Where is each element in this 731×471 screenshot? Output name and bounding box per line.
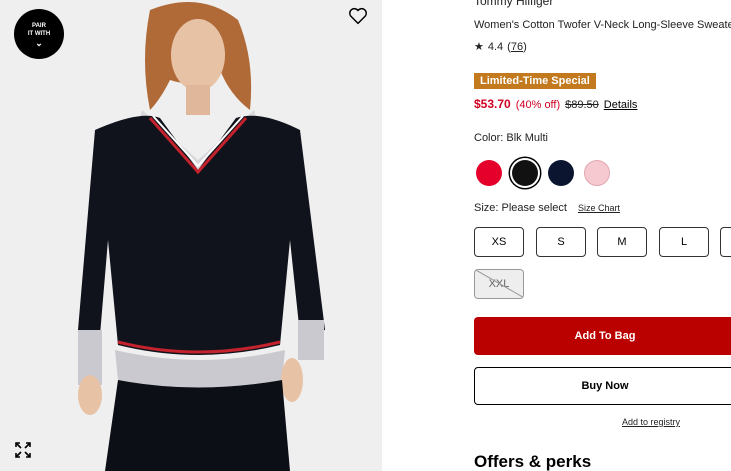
size-xl-button[interactable]: XL — [720, 227, 731, 257]
size-l-button[interactable]: L — [659, 227, 709, 257]
size-chart-link[interactable]: Size Chart — [578, 203, 620, 213]
buy-now-button[interactable]: Buy Now — [474, 367, 731, 405]
chevron-down-icon: ⌄ — [35, 37, 43, 48]
review-count-open: (76) — [507, 40, 527, 53]
product-photo — [0, 0, 382, 471]
size-xxl-label: XXL — [488, 278, 510, 290]
add-to-bag-button[interactable]: Add To Bag — [474, 317, 731, 355]
product-title: Women's Cotton Twofer V-Neck Long-Sleeve… — [474, 19, 731, 31]
size-row: Size: Please select Size Chart — [474, 202, 620, 214]
size-xs-button[interactable]: XS — [474, 227, 524, 257]
size-label: Size: Please select — [474, 202, 567, 214]
sale-price: $53.70 — [474, 97, 511, 111]
swatch-red[interactable] — [476, 160, 502, 186]
original-price: $89.50 — [565, 99, 599, 111]
add-to-registry-link[interactable]: Add to registry — [622, 417, 680, 427]
discount-percent: (40% off) — [515, 99, 561, 111]
review-count[interactable]: 76 — [511, 41, 523, 53]
swatch-pink[interactable] — [584, 160, 610, 186]
size-s-button[interactable]: S — [536, 227, 586, 257]
promo-badge: Limited-Time Special — [474, 73, 596, 89]
size-xxl-button[interactable]: XXL — [474, 269, 524, 299]
rating-value: 4.4 — [487, 40, 504, 53]
swatch-black[interactable] — [512, 160, 538, 186]
price-row: $53.70 (40% off) $89.50 Details — [474, 97, 637, 111]
product-brand[interactable]: Tommy Hilfiger — [474, 0, 553, 8]
expand-icon[interactable] — [14, 441, 32, 459]
pair-it-with-button[interactable]: PAIR IT WITH ⌄ — [14, 9, 64, 59]
star-icon: ★ — [474, 41, 484, 53]
pair-badge-line1: PAIR — [32, 22, 46, 29]
color-label: Color: Blk Multi — [474, 132, 548, 144]
size-m-button[interactable]: M — [597, 227, 647, 257]
product-image[interactable]: PAIR IT WITH ⌄ — [0, 0, 382, 471]
swatch-navy[interactable] — [548, 160, 574, 186]
pair-badge-line2: IT WITH — [27, 30, 51, 37]
heart-icon[interactable] — [347, 5, 369, 27]
product-rating[interactable]: ★ 4.4 (76) — [474, 40, 527, 54]
offers-heading: Offers & perks — [474, 452, 592, 471]
details-link[interactable]: Details — [604, 99, 638, 111]
